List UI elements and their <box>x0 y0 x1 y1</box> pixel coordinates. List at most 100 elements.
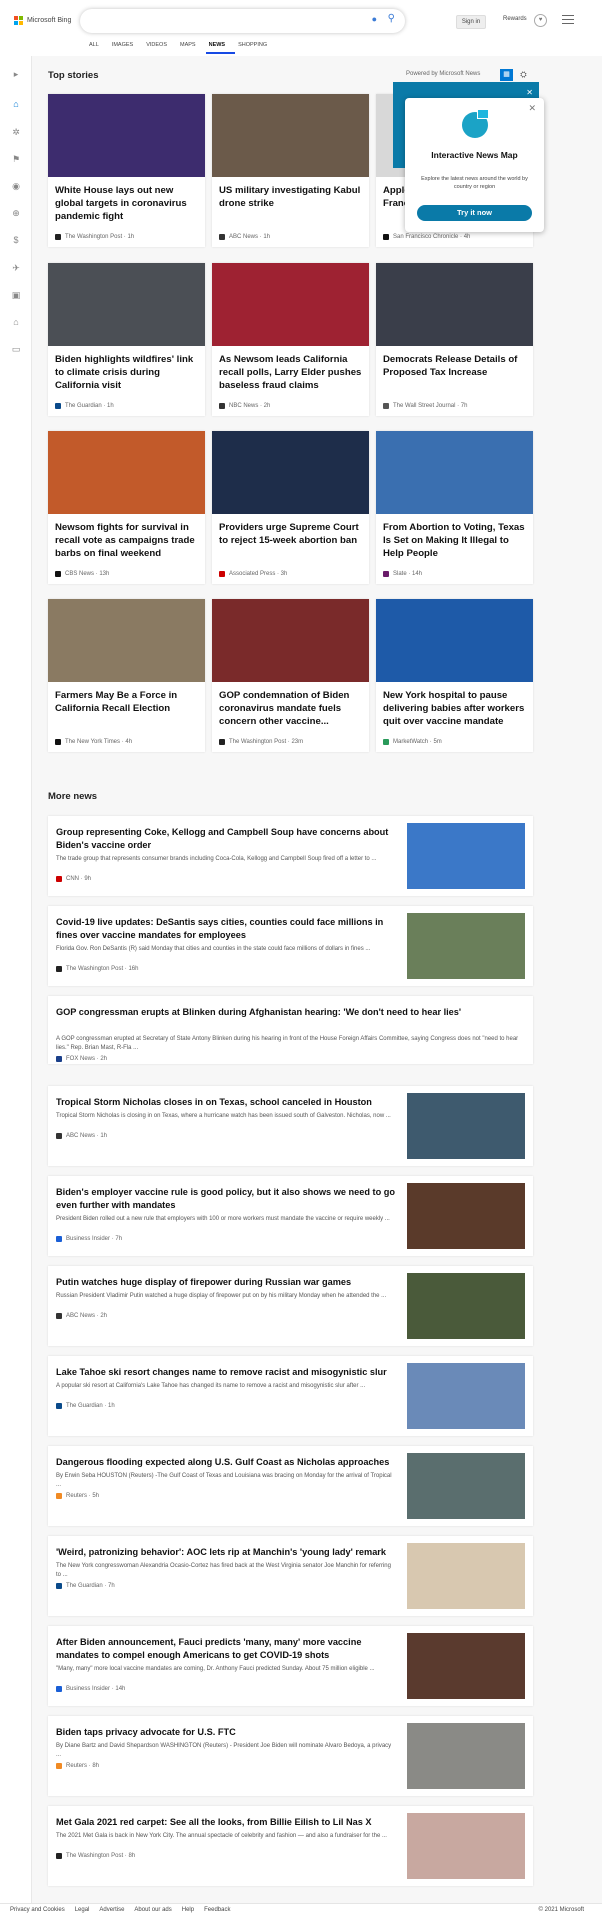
home-icon[interactable]: ⌂ <box>10 98 22 110</box>
news-row[interactable]: Putin watches huge display of firepower … <box>48 1266 533 1346</box>
news-title[interactable]: Group representing Coke, Kellogg and Cam… <box>56 826 396 852</box>
news-title[interactable]: Lake Tahoe ski resort changes name to re… <box>56 1366 396 1379</box>
story-card[interactable]: GOP condemnation of Biden coronavirus ma… <box>212 599 369 752</box>
rewards-link[interactable]: Rewards <box>503 16 527 22</box>
search-input[interactable]: ● ⚲ <box>80 9 405 33</box>
story-title[interactable]: GOP condemnation of Biden coronavirus ma… <box>219 689 362 729</box>
story-card[interactable]: As Newsom leads California recall polls,… <box>212 263 369 416</box>
nav-tab-images[interactable]: IMAGES <box>109 42 143 54</box>
hamburger-menu-icon[interactable] <box>562 15 574 25</box>
news-row[interactable]: Biden taps privacy advocate for U.S. FTC… <box>48 1716 533 1796</box>
story-title[interactable]: US military investigating Kabul drone st… <box>219 184 362 210</box>
story-card[interactable]: Democrats Release Details of Proposed Ta… <box>376 263 533 416</box>
story-title[interactable]: Biden highlights wildfires' link to clim… <box>55 353 198 393</box>
flag-icon[interactable]: ⚑ <box>10 153 22 165</box>
news-row[interactable]: Group representing Coke, Kellogg and Cam… <box>48 816 533 896</box>
footer-link[interactable]: Privacy and Cookies <box>10 1907 65 1913</box>
news-row[interactable]: After Biden announcement, Fauci predicts… <box>48 1626 533 1706</box>
story-card[interactable]: White House lays out new global targets … <box>48 94 205 247</box>
news-row[interactable]: 'Weird, patronizing behavior': AOC lets … <box>48 1536 533 1616</box>
politics-icon[interactable]: ⌂ <box>10 316 22 328</box>
story-title[interactable]: As Newsom leads California recall polls,… <box>219 353 362 393</box>
news-title[interactable]: Putin watches huge display of firepower … <box>56 1276 396 1289</box>
news-row[interactable]: Dangerous flooding expected along U.S. G… <box>48 1446 533 1526</box>
news-title[interactable]: Tropical Storm Nicholas closes in on Tex… <box>56 1096 396 1109</box>
news-row[interactable]: Lake Tahoe ski resort changes name to re… <box>48 1356 533 1436</box>
story-card[interactable]: US military investigating Kabul drone st… <box>212 94 369 247</box>
location-icon[interactable]: ◉ <box>10 180 22 192</box>
story-card[interactable]: Farmers May Be a Force in California Rec… <box>48 599 205 752</box>
story-title[interactable]: From Abortion to Voting, Texas Is Set on… <box>383 521 526 561</box>
news-title[interactable]: 'Weird, patronizing behavior': AOC lets … <box>56 1546 396 1559</box>
news-title[interactable]: GOP congressman erupts at Blinken during… <box>56 1006 521 1019</box>
nav-tab-maps[interactable]: MAPS <box>177 42 206 54</box>
news-thumbnail[interactable] <box>407 1813 525 1879</box>
footer-link[interactable]: Legal <box>75 1907 90 1913</box>
microphone-icon[interactable]: ● <box>372 14 377 24</box>
footer-link[interactable]: Help <box>182 1907 194 1913</box>
business-icon[interactable]: $ <box>10 234 22 246</box>
news-row[interactable]: Biden's employer vaccine rule is good po… <box>48 1176 533 1256</box>
news-title[interactable]: Dangerous flooding expected along U.S. G… <box>56 1456 396 1469</box>
news-thumbnail[interactable] <box>407 1363 525 1429</box>
science-icon[interactable]: ✈ <box>10 262 22 274</box>
news-thumbnail[interactable] <box>407 1723 525 1789</box>
news-row[interactable]: Tropical Storm Nicholas closes in on Tex… <box>48 1086 533 1166</box>
story-image[interactable] <box>212 599 369 682</box>
story-title[interactable]: Democrats Release Details of Proposed Ta… <box>383 353 526 379</box>
news-title[interactable]: Covid-19 live updates: DeSantis says cit… <box>56 916 396 942</box>
close-banner-icon[interactable]: ✕ <box>526 88 533 97</box>
news-row[interactable]: Covid-19 live updates: DeSantis says cit… <box>48 906 533 986</box>
news-row[interactable]: GOP congressman erupts at Blinken during… <box>48 996 533 1064</box>
news-thumbnail[interactable] <box>407 1273 525 1339</box>
news-thumbnail[interactable] <box>407 1093 525 1159</box>
sign-in-button[interactable]: Sign in <box>456 15 486 29</box>
news-title[interactable]: Biden taps privacy advocate for U.S. FTC <box>56 1726 396 1739</box>
story-title[interactable]: Farmers May Be a Force in California Rec… <box>55 689 198 715</box>
story-image[interactable] <box>48 599 205 682</box>
story-image[interactable] <box>376 431 533 514</box>
story-image[interactable] <box>48 431 205 514</box>
news-thumbnail[interactable] <box>407 1633 525 1699</box>
story-card[interactable]: Biden highlights wildfires' link to clim… <box>48 263 205 416</box>
footer-link[interactable]: About our ads <box>134 1907 171 1913</box>
globe-icon[interactable]: ⊕ <box>10 207 22 219</box>
close-icon[interactable]: ✕ <box>528 103 536 114</box>
news-row[interactable]: Met Gala 2021 red carpet: See all the lo… <box>48 1806 533 1886</box>
news-thumbnail[interactable] <box>407 1543 525 1609</box>
nav-tab-news[interactable]: NEWS <box>205 42 236 54</box>
news-title[interactable]: After Biden announcement, Fauci predicts… <box>56 1636 396 1662</box>
story-image[interactable] <box>212 431 369 514</box>
nav-tab-shopping[interactable]: SHOPPING <box>235 42 277 54</box>
search-icon[interactable]: ⚲ <box>388 13 395 24</box>
story-title[interactable]: New York hospital to pause delivering ba… <box>383 689 526 729</box>
bing-logo[interactable]: Microsoft Bing <box>14 16 71 25</box>
news-thumbnail[interactable] <box>407 913 525 979</box>
nav-tab-videos[interactable]: VIDEOS <box>143 42 177 54</box>
footer-link[interactable]: Feedback <box>204 1907 230 1913</box>
story-title[interactable]: Newsom fights for survival in recall vot… <box>55 521 198 561</box>
news-thumbnail[interactable] <box>407 1453 525 1519</box>
story-card[interactable]: Newsom fights for survival in recall vot… <box>48 431 205 584</box>
grid-view-icon[interactable]: ▦ <box>500 69 513 81</box>
coronavirus-icon[interactable]: ✲ <box>10 126 22 138</box>
expand-rail-icon[interactable]: ▸ <box>10 68 22 80</box>
map-view-icon[interactable]: ⛭ <box>517 69 530 81</box>
nav-tab-all[interactable]: ALL <box>86 42 109 54</box>
technology-icon[interactable]: ▭ <box>10 343 22 355</box>
news-title[interactable]: Met Gala 2021 red carpet: See all the lo… <box>56 1816 396 1829</box>
story-card[interactable]: From Abortion to Voting, Texas Is Set on… <box>376 431 533 584</box>
story-title[interactable]: Providers urge Supreme Court to reject 1… <box>219 521 362 547</box>
entertainment-icon[interactable]: ▣ <box>10 289 22 301</box>
story-card[interactable]: Providers urge Supreme Court to reject 1… <box>212 431 369 584</box>
story-title[interactable]: White House lays out new global targets … <box>55 184 198 224</box>
story-image[interactable] <box>48 94 205 177</box>
try-it-now-button[interactable]: Try it now <box>417 205 532 221</box>
news-thumbnail[interactable] <box>407 1183 525 1249</box>
news-thumbnail[interactable] <box>407 823 525 889</box>
footer-link[interactable]: Advertise <box>99 1907 124 1913</box>
story-image[interactable] <box>212 263 369 346</box>
story-image[interactable] <box>376 263 533 346</box>
rewards-icon[interactable]: ♥ <box>534 14 547 27</box>
story-card[interactable]: New York hospital to pause delivering ba… <box>376 599 533 752</box>
